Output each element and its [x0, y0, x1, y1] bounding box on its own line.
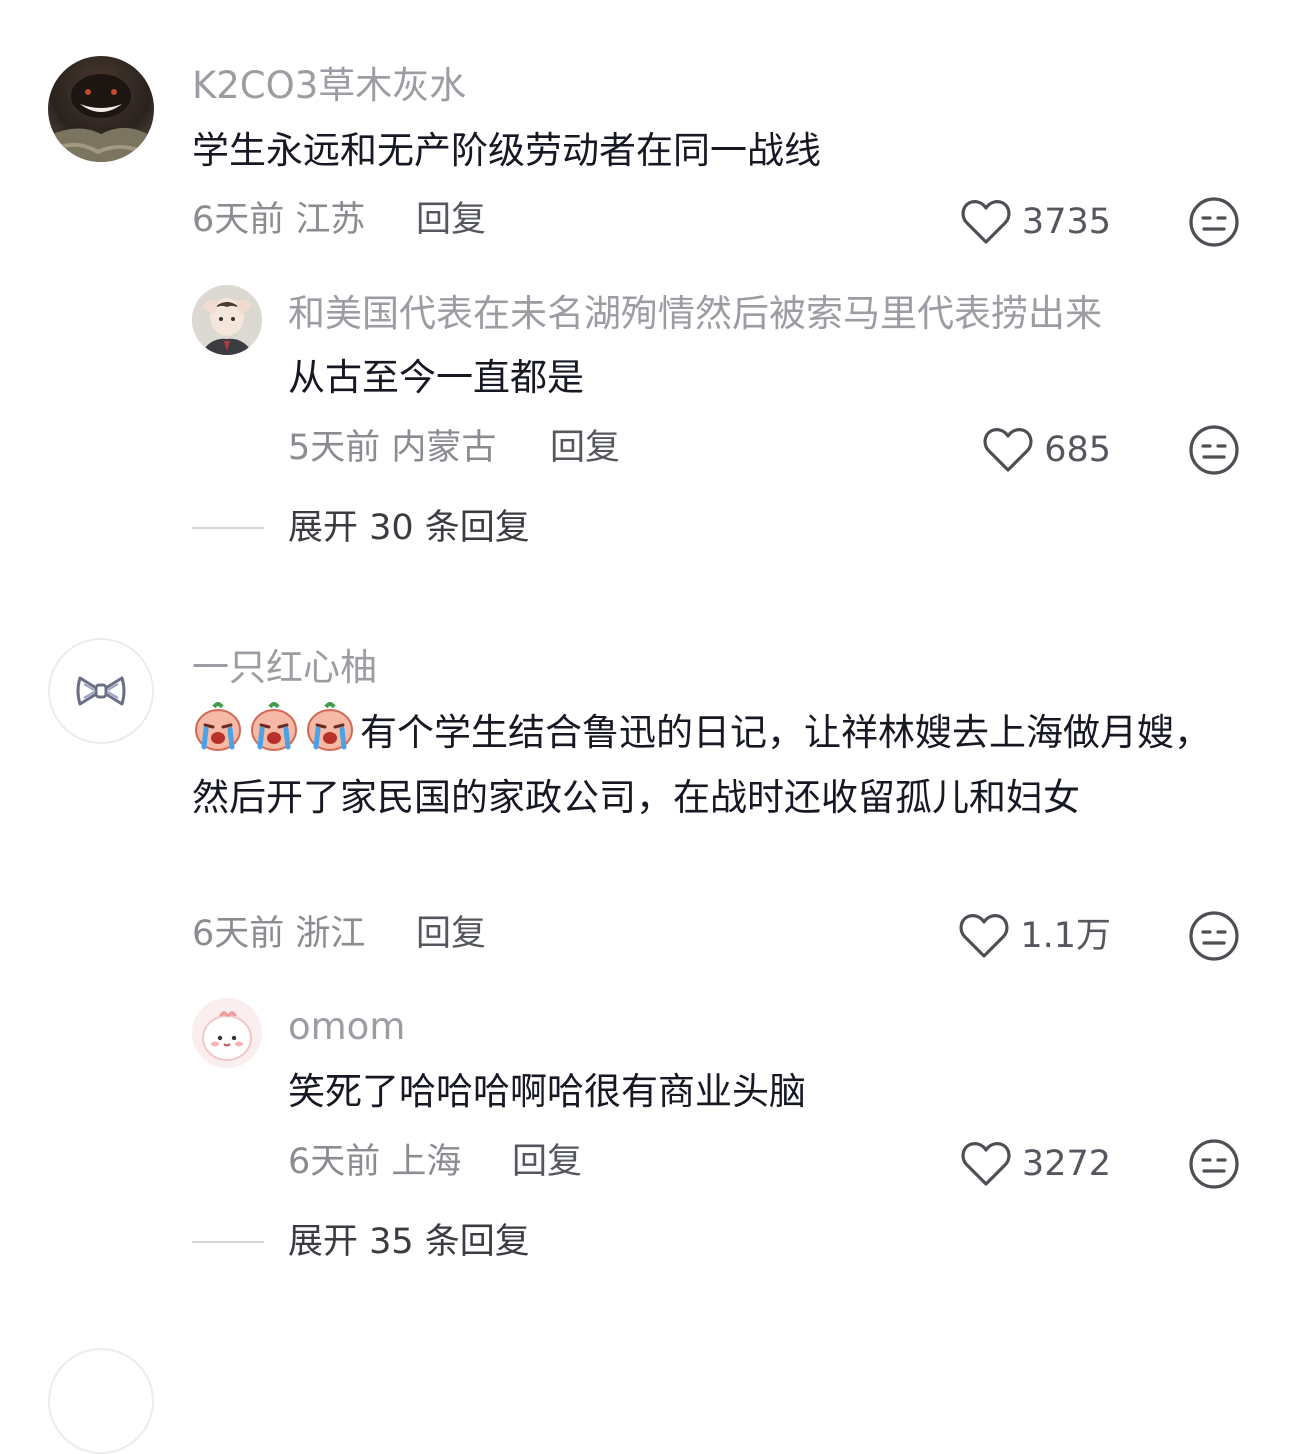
comment-item: 一只红心柚 有个学生结合鲁迅的日记，让祥林嫂去上海做月嫂，然后开了家民国的家政公… — [0, 600, 1289, 1280]
neutral-face-icon — [1189, 197, 1239, 247]
expand-replies-button[interactable]: 展开 30 条回复 — [192, 506, 530, 550]
neutral-face-icon — [1189, 425, 1239, 475]
comment-meta: 6天前 江苏 — [192, 198, 365, 242]
reply-meta: 5天前 内蒙古 — [288, 426, 496, 470]
reply-text: 从古至今一直都是 — [288, 356, 584, 399]
heart-outline-icon — [959, 914, 1009, 958]
bow-icon — [76, 676, 126, 706]
expand-replies-label: 展开 30 条回复 — [288, 508, 530, 548]
comment-text: 学生永远和无产阶级劳动者在同一战线 — [192, 129, 821, 172]
reply-button[interactable]: 回复 — [550, 426, 620, 470]
divider — [192, 1241, 264, 1243]
reply-time: 6天前 — [288, 1142, 381, 1182]
reply-text: 笑死了哈哈哈啊哈很有商业头脑 — [288, 1070, 806, 1113]
avatar[interactable] — [48, 638, 154, 744]
comment-username[interactable]: 一只红心柚 — [192, 646, 377, 690]
reply-location: 上海 — [391, 1142, 462, 1182]
like-count: 685 — [1044, 430, 1111, 470]
dislike-button[interactable] — [1188, 196, 1240, 252]
crying-emoji-icon — [251, 702, 297, 751]
reply-button[interactable]: 回复 — [512, 1140, 582, 1184]
reply-time: 5天前 — [288, 428, 381, 468]
heart-outline-icon — [983, 428, 1033, 472]
reply-meta: 6天前 上海 — [288, 1140, 461, 1184]
comment-meta: 6天前 浙江 — [192, 912, 365, 956]
reply-button[interactable]: 回复 — [416, 198, 486, 242]
like-button[interactable]: 3272 — [960, 1140, 1111, 1188]
like-count: 3735 — [1021, 202, 1111, 242]
crying-emoji-icon — [195, 702, 241, 751]
comment-time: 6天前 — [192, 200, 285, 240]
comment-text-block: 有个学生结合鲁迅的日记，让祥林嫂去上海做月嫂，然后开了家民国的家政公司，在战时还… — [192, 700, 1242, 830]
crying-emoji-icon — [307, 702, 353, 751]
comment-item: K2CO3草木灰水 学生永远和无产阶级劳动者在同一战线 6天前 江苏 回复 37… — [0, 0, 1289, 560]
avatar-image — [48, 74, 154, 162]
dislike-button[interactable] — [1188, 1138, 1240, 1194]
heart-outline-icon — [961, 200, 1011, 244]
heart-outline-icon — [961, 1142, 1011, 1186]
dislike-button[interactable] — [1188, 910, 1240, 966]
expand-replies-label: 展开 35 条回复 — [288, 1222, 530, 1262]
comment-username[interactable]: K2CO3草木灰水 — [192, 64, 466, 108]
reply-username[interactable]: omom — [288, 1005, 405, 1049]
like-button[interactable]: 685 — [982, 426, 1111, 474]
avatar-image — [192, 285, 262, 355]
avatar-image — [192, 998, 262, 1068]
avatar[interactable] — [48, 1348, 154, 1454]
like-button[interactable]: 1.1万 — [958, 912, 1111, 960]
avatar[interactable] — [48, 56, 154, 162]
expand-replies-button[interactable]: 展开 35 条回复 — [192, 1220, 530, 1264]
reply-username[interactable]: 和美国代表在未名湖殉情然后被索马里代表捞出来 — [288, 292, 1102, 336]
like-count: 1.1万 — [1020, 916, 1111, 956]
neutral-face-icon — [1189, 911, 1239, 961]
reply-location: 内蒙古 — [391, 428, 497, 468]
comment-time: 6天前 — [192, 914, 285, 954]
neutral-face-icon — [1189, 1139, 1239, 1189]
reply-button[interactable]: 回复 — [416, 912, 486, 956]
like-button[interactable]: 3735 — [960, 198, 1111, 246]
reply-avatar[interactable] — [192, 285, 262, 355]
divider — [192, 527, 264, 529]
reply-avatar[interactable] — [192, 998, 262, 1068]
comment-location: 江苏 — [295, 200, 366, 240]
dislike-button[interactable] — [1188, 424, 1240, 480]
comment-location: 浙江 — [295, 914, 366, 954]
like-count: 3272 — [1021, 1144, 1111, 1184]
